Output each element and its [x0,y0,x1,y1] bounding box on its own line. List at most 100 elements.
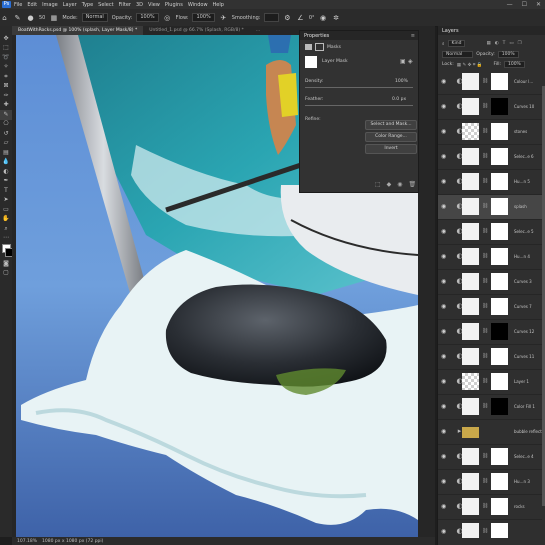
layer-mask-thumbnail[interactable] [491,398,508,415]
layer-row[interactable]: ◉ ◐ ⛓ stones [438,120,542,145]
apply-icon[interactable]: ◆ [387,181,392,188]
link-icon[interactable]: ⛓ [482,178,488,184]
color-swatches[interactable] [0,243,14,259]
shape-filter-icon[interactable]: ▭ [509,41,513,46]
airbrush-icon[interactable]: ✈ [219,13,228,22]
healing-tool-icon[interactable]: ✚ [0,101,12,111]
brush-preset-icon[interactable]: ● [26,13,35,22]
layer-thumbnail[interactable] [462,373,479,390]
layer-thumbnail[interactable] [462,473,479,490]
visibility-eye-icon[interactable]: ◉ [441,478,446,485]
link-icon[interactable]: ⛓ [482,453,488,459]
layer-mask-thumbnail[interactable] [491,298,508,315]
visibility-eye-icon[interactable]: ◉ [441,428,446,435]
layer-name[interactable]: Selec..e 4 [514,454,534,459]
history-brush-tool-icon[interactable]: ↺ [0,129,12,139]
feather-slider[interactable] [305,105,413,106]
adjustment-filter-icon[interactable]: ◐ [495,41,499,46]
blend-mode-select[interactable]: Normal [442,51,474,58]
layer-name[interactable]: Hu…n 4 [514,254,530,259]
layer-row[interactable]: ◉ ◐ ⛓ Curves 12 [438,320,542,345]
brush-settings-icon[interactable]: ▦ [49,13,58,22]
visibility-eye-icon[interactable]: ◉ [441,153,446,160]
link-icon[interactable]: ⛓ [482,203,488,209]
crop-tool-icon[interactable]: ⌗ [0,72,12,82]
layer-mask-thumbnail[interactable] [491,198,508,215]
visibility-eye-icon[interactable]: ◉ [441,403,446,410]
layer-mask-thumbnail[interactable] [491,323,508,340]
layer-thumbnail[interactable] [462,298,479,315]
move-tool-icon[interactable]: ✥ [0,34,12,44]
zoom-level[interactable]: 107.18% [17,539,37,544]
menu-edit[interactable]: Edit [27,2,37,8]
link-icon[interactable]: ⛓ [482,228,488,234]
layer-thumbnail[interactable] [462,248,479,265]
marquee-tool-icon[interactable]: ⬚ [0,44,12,54]
layer-row[interactable]: ◉ ◐ ⛓ Layer 1 [438,370,542,395]
layer-opacity-field[interactable]: 100% [497,51,519,58]
mode-select[interactable]: Normal [81,13,108,22]
layer-mask-thumbnail[interactable] [491,498,508,515]
layer-row[interactable]: ◉ ◐ ⛓ Colour l… [438,70,542,95]
layer-row[interactable]: ◉ ◐ ⛓ Curves 3 [438,270,542,295]
brush-tool-icon[interactable]: ✎ [13,13,22,22]
quick-select-tool-icon[interactable]: ✧ [0,63,12,73]
layer-name[interactable]: Layer 1 [514,379,529,384]
visibility-eye-icon[interactable]: ◉ [441,178,446,185]
load-selection-icon[interactable]: ⬚ [375,181,381,188]
color-range-button[interactable]: Color Range... [365,132,417,142]
visibility-eye-icon[interactable]: ◉ [441,378,446,385]
menu-plugins[interactable]: Plugins [165,2,183,8]
menu-image[interactable]: Image [42,2,58,8]
link-icon[interactable]: ⛓ [482,153,488,159]
layer-thumbnail[interactable] [462,427,479,438]
select-and-mask-button[interactable]: Select and Mask... [365,120,417,130]
density-value[interactable]: 100% [395,79,408,84]
type-tool-icon[interactable]: T [0,186,12,196]
pen-tool-icon[interactable]: ✒ [0,177,12,187]
pressure-opacity-icon[interactable]: ◎ [163,13,172,22]
layer-row[interactable]: ◉ ◐ ⛓ rocks [438,495,542,520]
link-icon[interactable]: ⛓ [482,78,488,84]
layer-name[interactable]: Curves 12 [514,329,534,334]
layer-name[interactable]: Hu…n 3 [514,479,530,484]
path-select-tool-icon[interactable]: ➤ [0,196,12,206]
link-icon[interactable]: ⛓ [482,253,488,259]
clone-stamp-tool-icon[interactable]: ⎔ [0,120,12,130]
frame-tool-icon[interactable]: ⊠ [0,82,12,92]
layer-name[interactable]: Colour l… [514,79,533,84]
pressure-size-icon[interactable]: ◉ [319,13,328,22]
layer-mask-thumbnail[interactable] [491,223,508,240]
layer-mask-thumbnail[interactable] [491,273,508,290]
opacity-field[interactable]: 100% [136,13,159,22]
angle-icon[interactable]: ∠ [296,13,305,22]
density-slider[interactable] [305,87,413,88]
layer-thumbnail[interactable] [462,148,479,165]
pixel-filter-icon[interactable]: ▦ [486,41,490,46]
quick-mask-icon[interactable]: ◙ [0,259,12,269]
layer-row[interactable]: ◉ ◐ ⛓ Selec..e 6 [438,145,542,170]
layer-name[interactable]: Curves 11 [514,354,534,359]
layer-thumbnail[interactable] [462,323,479,340]
panel-menu-icon[interactable]: ≡ [411,33,415,39]
layer-thumbnail[interactable] [462,498,479,515]
layer-row[interactable]: ◉ ◐ ⛓ Hu…n 3 [438,470,542,495]
visibility-eye-icon[interactable]: ◉ [441,278,446,285]
tab-boat-with-rocks[interactable]: BoatWithRocks.psd @ 100% (splash, Layer … [12,26,144,35]
layer-row[interactable]: ◉ ◐ ⛓ Selec..e 5 [438,220,542,245]
menu-filter[interactable]: Filter [119,2,131,8]
layer-row[interactable]: ◉ ◐ ⛓ Selec..e 4 [438,445,542,470]
vector-mask-icon[interactable] [315,43,324,51]
invert-button[interactable]: Invert [365,144,417,154]
layer-thumbnail[interactable] [462,173,479,190]
more-tools-icon[interactable]: ⋯ [0,234,12,244]
visibility-eye-icon[interactable]: ◉ [441,528,446,535]
visibility-icon[interactable]: ◉ [397,181,402,188]
layer-thumbnail[interactable] [462,398,479,415]
menu-help[interactable]: Help [213,2,224,8]
layer-row[interactable]: ◉ ◐ ⛓ [438,520,542,538]
link-icon[interactable]: ⛓ [482,353,488,359]
smart-filter-icon[interactable]: ❐ [518,41,522,46]
menu-window[interactable]: Window [188,2,208,8]
visibility-eye-icon[interactable]: ◉ [441,253,446,260]
